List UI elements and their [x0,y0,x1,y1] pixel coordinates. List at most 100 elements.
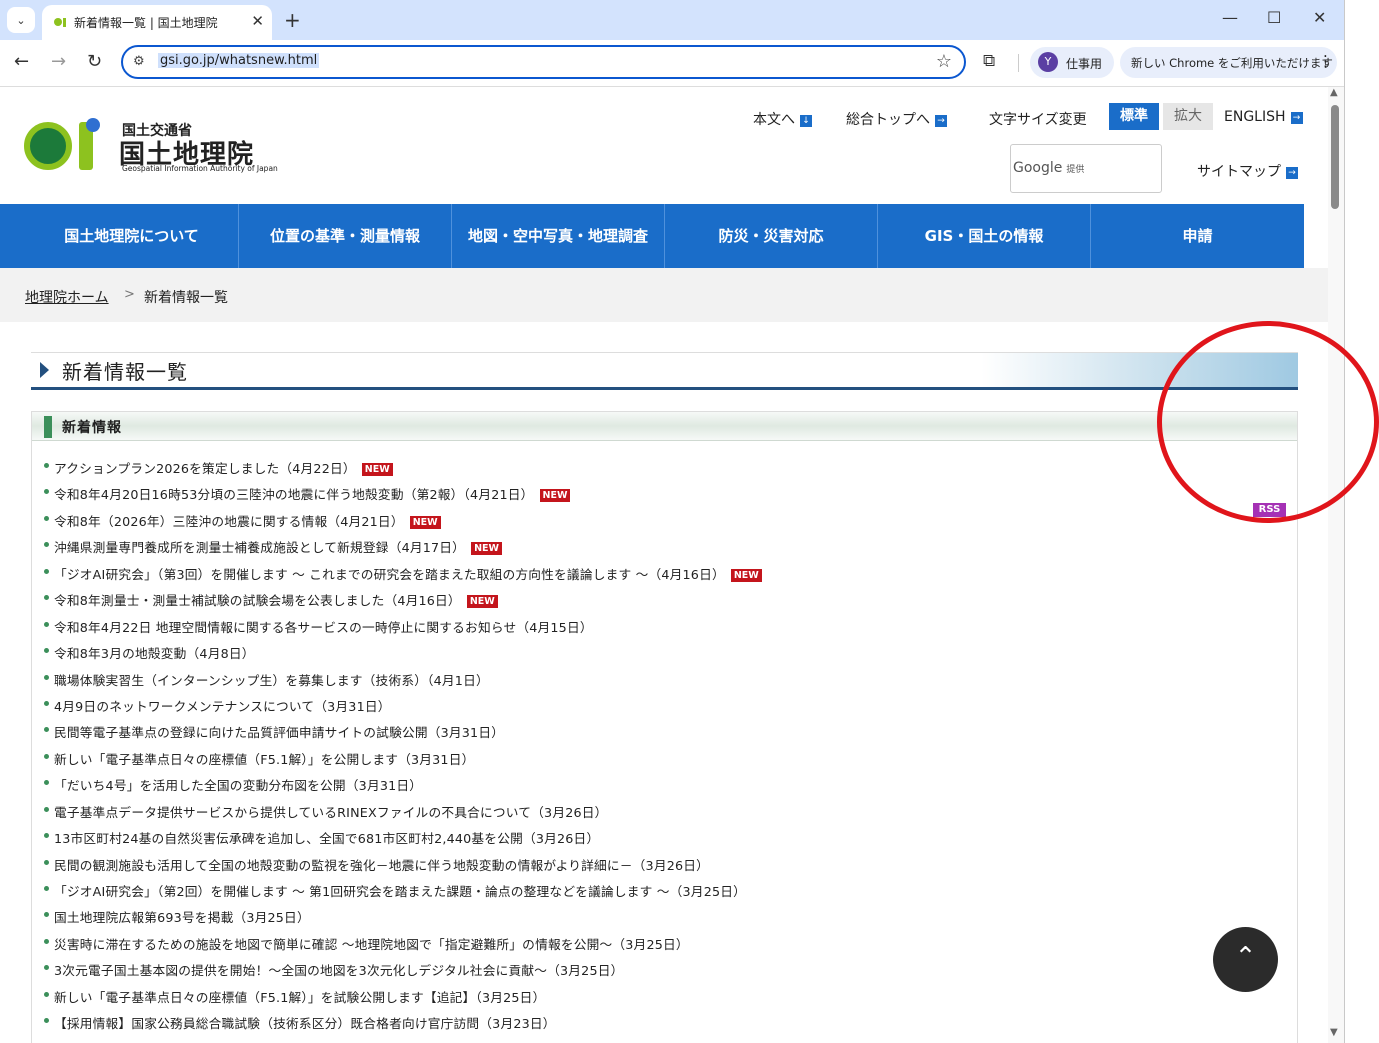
site-logo[interactable]: 国土交通省 国土地理院 Geospatial Information Autho… [24,118,294,178]
news-item[interactable]: アクションプラン2026を策定しました（4月22日） NEW [44,458,762,484]
news-item[interactable]: 令和8年4月22日 地理空間情報に関する各サービスの一時停止に関するお知らせ（4… [44,617,762,643]
web-page: 国土交通省 国土地理院 Geospatial Information Autho… [0,87,1328,1043]
news-item[interactable]: 災害時に滞在するための施設を地図で簡単に確認 ～地理院地図で「指定避難所」の情報… [44,934,762,960]
news-item[interactable]: 4月9日のネットワークメンテナンスについて（3月31日） [44,696,762,722]
nav-item-application[interactable]: 申請 [1091,204,1304,268]
breadcrumb-separator: > [124,287,135,302]
nav-item-about[interactable]: 国土地理院について [25,204,239,268]
news-item-link[interactable]: 令和8年測量士・測量士補試験の試験会場を公表しました（4月16日） [54,593,461,608]
news-item[interactable]: 令和8年3月の地殻変動（4月8日） [44,643,762,669]
sitemap-label: サイトマップ [1197,164,1281,180]
bookmark-star-icon[interactable]: ☆ [936,51,952,72]
extensions-icon[interactable]: ⧉ [983,51,995,71]
tab-strip: ⌄ 新着情報一覧 | 国土地理院 ✕ + — ☐ ✕ [0,0,1344,40]
forward-icon[interactable]: → [51,51,66,72]
new-badge: NEW [471,542,502,556]
news-item-link[interactable]: 災害時に滞在するための施設を地図で簡単に確認 ～地理院地図で「指定避難所」の情報… [54,937,689,952]
news-item-link[interactable]: 新しい「電子基準点日々の座標値（F5.1解）」を試験公開します【追記】（3月25… [54,990,545,1005]
font-standard-button[interactable]: 標準 [1109,103,1159,130]
close-window-icon[interactable]: ✕ [1313,8,1326,27]
scrollbar-thumb[interactable] [1331,105,1339,209]
news-item-link[interactable]: 電子基準点データ提供サービスから提供しているRINEXファイルの不具合について（… [54,805,608,820]
tab-search-button[interactable]: ⌄ [7,7,35,33]
font-large-button[interactable]: 拡大 [1163,103,1213,130]
news-item[interactable]: 電子基準点データ提供サービスから提供しているRINEXファイルの不具合について（… [44,802,762,828]
news-item-link[interactable]: 【採用情報】国家公務員総合職試験（技術系区分）既合格者向け官庁訪問（3月23日） [54,1016,556,1031]
news-item[interactable]: 令和8年4月20日16時53分頃の三陸沖の地震に伴う地殻変動（第2報）（4月21… [44,484,762,510]
sitemap-link[interactable]: サイトマップ → [1197,161,1298,181]
chrome-update-button[interactable]: 新しい Chrome をご利用いただけます ⋮ [1120,47,1337,78]
nav-item-disaster[interactable]: 防災・災害対応 [665,204,878,268]
news-list: アクションプラン2026を策定しました（4月22日） NEW 令和8年4月20日16… [44,458,762,1040]
news-section-header: 新着情報 [32,412,1297,441]
rss-badge[interactable]: RSS [1253,503,1286,517]
news-item[interactable]: 13市区町村24基の自然災害伝承碑を追加し、全国で681市区町村2,440基を公… [44,828,762,854]
news-item-link[interactable]: 職場体験実習生（インターンシップ生）を募集します（技術系）（4月1日） [54,673,489,688]
reload-icon[interactable]: ↻ [87,51,102,72]
english-link[interactable]: ENGLISH → [1224,109,1303,125]
news-item[interactable]: 新しい「電子基準点日々の座標値（F5.1解）」を公開します（3月31日） [44,749,762,775]
menu-dots-icon[interactable]: ⋮ [1318,52,1333,70]
minimize-icon[interactable]: — [1222,8,1238,27]
news-item[interactable]: 民間の観測施設も活用して全国の地殻変動の監視を強化－地震に伴う地殻変動の情報がよ… [44,855,762,881]
news-item[interactable]: 3次元電子国土基本図の提供を開始！～全国の地図を3次元化しデジタル社会に貢献～（… [44,960,762,986]
news-item-link[interactable]: 国土地理院広報第693号を掲載（3月25日） [54,910,310,925]
news-item-link[interactable]: 「だいち4号」を活用した全国の変動分布図を公開（3月31日） [54,778,422,793]
profile-button[interactable]: Y 仕事用 [1030,47,1114,78]
scroll-up-icon[interactable]: ▲ [1330,87,1338,98]
news-item[interactable]: 令和8年測量士・測量士補試験の試験会場を公表しました（4月16日） NEW [44,590,762,616]
breadcrumb-current: 新着情報一覧 [144,290,228,306]
logo-dot-mark [86,118,100,132]
news-item-link[interactable]: アクションプラン2026を策定しました（4月22日） [54,461,356,476]
url-text[interactable]: gsi.go.jp/whatsnew.html [158,53,320,68]
news-item[interactable]: 「ジオAI研究会」（第3回）を開催します ～ これまでの研究会を踏まえた取組の方… [44,564,762,590]
tab-close-icon[interactable]: ✕ [251,12,264,30]
news-item-link[interactable]: 3次元電子国土基本図の提供を開始！～全国の地図を3次元化しデジタル社会に貢献～（… [54,963,624,978]
breadcrumb-home-link[interactable]: 地理院ホーム [25,287,109,307]
scroll-down-icon[interactable]: ▼ [1330,1027,1338,1038]
back-to-top-button[interactable]: ⌃ [1213,927,1278,992]
news-item-link[interactable]: 令和8年3月の地殻変動（4月8日） [54,646,255,661]
tab-title: 新着情報一覧 | 国土地理院 [74,16,218,30]
top-page-link[interactable]: 総合トップへ → [846,109,947,129]
news-item-link[interactable]: 4月9日のネットワークメンテナンスについて（3月31日） [54,699,391,714]
news-item-link[interactable]: 「ジオAI研究会」（第3回）を開催します ～ これまでの研究会を踏まえた取組の方… [54,567,725,582]
skip-to-content-link[interactable]: 本文へ ↓ [753,109,812,129]
nav-item-maps[interactable]: 地図・空中写真・地理調査 [452,204,665,268]
news-item[interactable]: 職場体験実習生（インターンシップ生）を募集します（技術系）（4月1日） [44,670,762,696]
new-badge: NEW [409,515,441,529]
address-bar[interactable]: ⚙ gsi.go.jp/whatsnew.html ☆ [121,45,966,79]
nav-item-geodetic[interactable]: 位置の基準・測量情報 [239,204,452,268]
arrow-right-icon: → [1286,167,1298,179]
news-item[interactable]: 【採用情報】国家公務員総合職試験（技術系区分）既合格者向け官庁訪問（3月23日） [44,1013,762,1039]
news-item-link[interactable]: 「ジオAI研究会」（第2回）を開催します ～ 第1回研究会を踏まえた課題・論点の… [54,884,746,899]
news-item[interactable]: 「だいち4号」を活用した全国の変動分布図を公開（3月31日） [44,775,762,801]
news-section-title: 新着情報 [62,420,122,436]
scrollbar[interactable]: ▲ ▼ [1328,87,1344,1043]
news-item[interactable]: 沖縄県測量専門養成所を測量士補養成施設として新規登録（4月17日） NEW [44,537,762,563]
news-item-link[interactable]: 沖縄県測量専門養成所を測量士補養成施設として新規登録（4月17日） [54,540,465,555]
active-tab[interactable]: 新着情報一覧 | 国土地理院 ✕ [42,5,272,40]
news-item-link[interactable]: 民間等電子基準点の登録に向けた品質評価申請サイトの試験公開（3月31日） [54,725,504,740]
news-item-link[interactable]: 新しい「電子基準点日々の座標値（F5.1解）」を公開します（3月31日） [54,752,474,767]
skip-link-label: 本文へ [753,112,795,128]
news-item[interactable]: 新しい「電子基準点日々の座標値（F5.1解）」を試験公開します【追記】（3月25… [44,987,762,1013]
maximize-icon[interactable]: ☐ [1267,8,1281,27]
site-info-icon[interactable]: ⚙ [133,54,145,69]
nav-item-gis[interactable]: GIS・国土の情報 [878,204,1091,268]
new-tab-button[interactable]: + [284,8,301,32]
site-search-input[interactable]: Google 提供 [1010,144,1162,193]
news-item-link[interactable]: 民間の観測施設も活用して全国の地殻変動の監視を強化－地震に伴う地殻変動の情報がよ… [54,858,709,873]
news-item-link[interactable]: 令和8年（2026年）三陸沖の地震に関する情報（4月21日） [54,514,404,529]
news-item[interactable]: 国土地理院広報第693号を掲載（3月25日） [44,907,762,933]
browser-toolbar: ← → ↻ ⚙ gsi.go.jp/whatsnew.html ☆ ⧉ Y 仕事… [0,40,1344,87]
back-icon[interactable]: ← [14,51,29,72]
top-link-label: 総合トップへ [846,112,930,128]
news-item[interactable]: 令和8年（2026年）三陸沖の地震に関する情報（4月21日） NEW [44,511,762,537]
search-suffix: 提供 [1066,165,1085,175]
news-item-link[interactable]: 13市区町村24基の自然災害伝承碑を追加し、全国で681市区町村2,440基を公… [54,831,599,846]
news-item[interactable]: 「ジオAI研究会」（第2回）を開催します ～ 第1回研究会を踏まえた課題・論点の… [44,881,762,907]
news-item[interactable]: 民間等電子基準点の登録に向けた品質評価申請サイトの試験公開（3月31日） [44,722,762,748]
news-item-link[interactable]: 令和8年4月22日 地理空間情報に関する各サービスの一時停止に関するお知らせ（4… [54,620,593,635]
news-item-link[interactable]: 令和8年4月20日16時53分頃の三陸沖の地震に伴う地殻変動（第2報）（4月21… [54,487,534,502]
